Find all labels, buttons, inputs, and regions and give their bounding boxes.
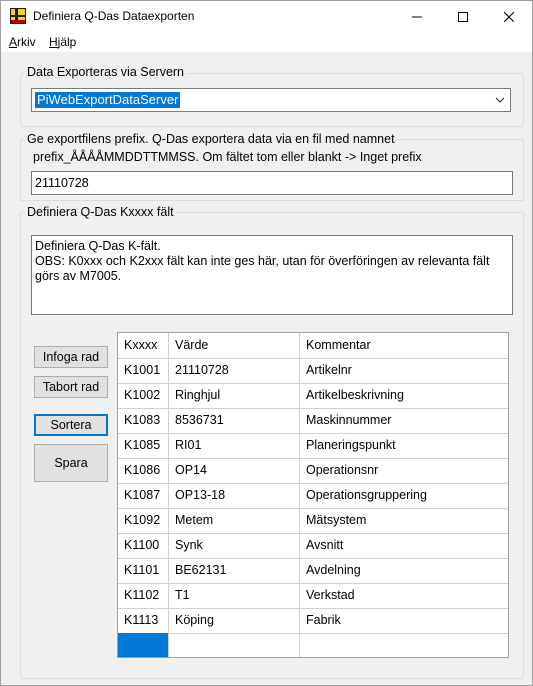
server-selected-value: PiWebExportDataServer <box>33 91 182 109</box>
sort-button[interactable]: Sortera <box>34 414 108 436</box>
cell-kommentar[interactable]: Mätsystem <box>300 508 508 533</box>
minimize-button[interactable] <box>394 1 440 32</box>
grid-header-row: Kxxxx Värde Kommentar <box>118 333 508 359</box>
menu-arkiv[interactable]: Arkiv <box>9 35 36 49</box>
cell-kommentar[interactable]: Operationsgruppering <box>300 483 508 508</box>
cell-varde[interactable]: Ringhjul <box>169 383 300 408</box>
cell-varde[interactable]: 8536731 <box>169 408 300 433</box>
cell-varde[interactable]: 21110728 <box>169 358 300 383</box>
table-row[interactable]: K1087 OP13-18 Operationsgruppering <box>118 483 508 509</box>
delete-row-button[interactable]: Tabort rad <box>34 376 108 398</box>
cell-varde[interactable]: Synk <box>169 533 300 558</box>
flag-app-icon <box>10 8 26 24</box>
table-row[interactable]: K1083 8536731 Maskinnummer <box>118 408 508 434</box>
cell-kxxxx[interactable]: K1087 <box>118 483 169 508</box>
cell-kxxxx[interactable]: K1101 <box>118 558 169 583</box>
close-icon <box>504 11 514 22</box>
cell-varde[interactable]: BE62131 <box>169 558 300 583</box>
kfields-info-textarea[interactable]: Definiera Q-Das K-fält. OBS: K0xxx och K… <box>31 235 513 315</box>
new-row-selected-cell[interactable] <box>118 633 169 657</box>
cell-varde[interactable]: OP14 <box>169 458 300 483</box>
cell-varde[interactable]: T1 <box>169 583 300 608</box>
header-kommentar[interactable]: Kommentar <box>300 333 508 358</box>
table-row[interactable]: K1001 21110728 Artikelnr <box>118 358 508 384</box>
info-line-2: OBS: K0xxx och K2xxx fält kan inte ges h… <box>35 254 490 283</box>
table-row[interactable]: K1002 Ringhjul Artikelbeskrivning <box>118 383 508 409</box>
table-row[interactable]: K1100 Synk Avsnitt <box>118 533 508 559</box>
server-combobox[interactable]: PiWebExportDataServer <box>31 88 511 112</box>
cell-varde[interactable]: OP13-18 <box>169 483 300 508</box>
prefix-input-value: 21110728 <box>35 176 89 190</box>
minimize-icon <box>412 16 422 17</box>
menu-bar: Arkiv Hjälp <box>1 32 532 52</box>
cell-kxxxx[interactable]: K1102 <box>118 583 169 608</box>
new-row[interactable] <box>118 633 508 657</box>
window-title: Definiera Q-Das Dataexporten <box>33 9 195 23</box>
header-varde[interactable]: Värde <box>169 333 300 358</box>
cell-kommentar[interactable]: Avsnitt <box>300 533 508 558</box>
cell-kommentar[interactable]: Planeringspunkt <box>300 433 508 458</box>
new-row-cell[interactable] <box>169 633 300 657</box>
prefix-input[interactable]: 21110728 <box>31 171 513 195</box>
cell-kommentar[interactable]: Verkstad <box>300 583 508 608</box>
cell-kxxxx[interactable]: K1001 <box>118 358 169 383</box>
cell-kommentar[interactable]: Fabrik <box>300 608 508 633</box>
table-row[interactable]: K1113 Köping Fabrik <box>118 608 508 634</box>
cell-kommentar[interactable]: Artikelbeskrivning <box>300 383 508 408</box>
maximize-icon <box>458 11 468 22</box>
chevron-down-icon[interactable] <box>494 94 506 106</box>
table-row[interactable]: K1092 Metem Mätsystem <box>118 508 508 534</box>
header-kxxxx[interactable]: Kxxxx <box>118 333 169 358</box>
cell-kommentar[interactable]: Avdelning <box>300 558 508 583</box>
cell-kommentar[interactable]: Operationsnr <box>300 458 508 483</box>
close-button[interactable] <box>486 1 532 32</box>
menu-hjalp[interactable]: Hjälp <box>49 35 76 49</box>
cell-kxxxx[interactable]: K1086 <box>118 458 169 483</box>
insert-row-button[interactable]: Infoga rad <box>34 346 108 368</box>
cell-kxxxx[interactable]: K1092 <box>118 508 169 533</box>
table-row[interactable]: K1085 RI01 Planeringspunkt <box>118 433 508 459</box>
cell-kxxxx[interactable]: K1002 <box>118 383 169 408</box>
cell-kommentar[interactable]: Maskinnummer <box>300 408 508 433</box>
cell-varde[interactable]: Köping <box>169 608 300 633</box>
title-bar[interactable]: Definiera Q-Das Dataexporten <box>1 1 532 32</box>
save-button[interactable]: Spara <box>34 444 108 482</box>
cell-kxxxx[interactable]: K1100 <box>118 533 169 558</box>
new-row-cell[interactable] <box>300 633 508 657</box>
table-row[interactable]: K1086 OP14 Operationsnr <box>118 458 508 484</box>
cell-kxxxx[interactable]: K1113 <box>118 608 169 633</box>
cell-kxxxx[interactable]: K1083 <box>118 408 169 433</box>
cell-varde[interactable]: RI01 <box>169 433 300 458</box>
info-line-1: Definiera Q-Das K-fält. <box>35 239 161 253</box>
server-group-label: Data Exporteras via Servern <box>25 65 187 79</box>
table-row[interactable]: K1102 T1 Verkstad <box>118 583 508 609</box>
main-window: Definiera Q-Das Dataexporten Arkiv Hjälp… <box>0 0 533 686</box>
prefix-group-label: Ge exportfilens prefix. Q-Das exportera … <box>25 132 397 146</box>
table-row[interactable]: K1101 BE62131 Avdelning <box>118 558 508 584</box>
kfields-group-label: Definiera Q-Das Kxxxx fält <box>25 205 176 219</box>
cell-kommentar[interactable]: Artikelnr <box>300 358 508 383</box>
cell-kxxxx[interactable]: K1085 <box>118 433 169 458</box>
kfields-grid[interactable]: Kxxxx Värde Kommentar K1001 21110728 Art… <box>117 332 509 658</box>
maximize-button[interactable] <box>440 1 486 32</box>
prefix-description: prefix_ÅÅÅÅMMDDTTMMSS. Om fältet tom ell… <box>33 150 422 164</box>
cell-varde[interactable]: Metem <box>169 508 300 533</box>
